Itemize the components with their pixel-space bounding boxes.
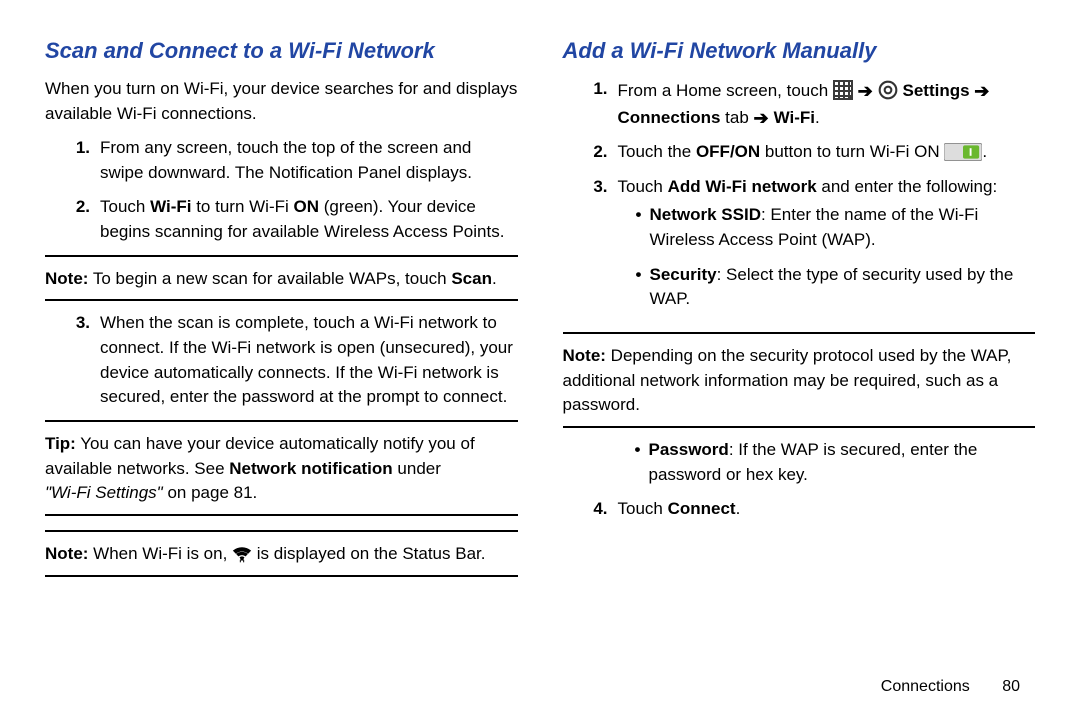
step-1-text: From any screen, touch the top of the sc…: [100, 136, 518, 185]
bullet-security: Security: Select the type of security us…: [636, 263, 1036, 312]
r-step-3-text: Touch Add Wi-Fi network and enter the fo…: [618, 175, 1036, 322]
steps-right: 1. From a Home screen, touch ➔: [563, 77, 1036, 322]
footer-page-number: 80: [1002, 678, 1020, 695]
r-step-1-text: From a Home screen, touch ➔: [618, 77, 1036, 130]
divider: [563, 332, 1036, 334]
r-step-1: 1. From a Home screen, touch ➔: [563, 77, 1036, 130]
bullet-list: Network SSID: Enter the name of the Wi-F…: [618, 203, 1036, 312]
left-column: Scan and Connect to a Wi-Fi Network When…: [45, 35, 518, 675]
r-step-4: 4. Touch Connect.: [563, 497, 1036, 522]
r-step-2-text: Touch the OFF/ON button to turn Wi-Fi ON…: [618, 140, 1036, 165]
r-step-3: 3. Touch Add Wi-Fi network and enter the…: [563, 175, 1036, 322]
wifi-icon: [232, 545, 252, 563]
note-scan: Note: To begin a new scan for available …: [45, 267, 518, 292]
divider: [563, 426, 1036, 428]
settings-gear-icon: [878, 80, 898, 100]
page-footer: Connections 80: [881, 678, 1020, 696]
step-2-text: Touch Wi-Fi to turn Wi-Fi ON (green). Yo…: [100, 195, 518, 244]
right-column: Add a Wi-Fi Network Manually 1. From a H…: [563, 35, 1036, 675]
steps-right-cont: 4. Touch Connect.: [563, 497, 1036, 522]
step-1: 1. From any screen, touch the top of the…: [45, 136, 518, 185]
divider: [45, 299, 518, 301]
arrow-icon: ➔: [974, 81, 989, 101]
heading-add-manually: Add a Wi-Fi Network Manually: [563, 35, 1036, 67]
heading-scan-connect: Scan and Connect to a Wi-Fi Network: [45, 35, 518, 67]
r-step-4-text: Touch Connect.: [618, 497, 1036, 522]
bullet-list-2: Password: If the WAP is secured, enter t…: [563, 438, 1036, 487]
tip-text: Tip: You can have your device automatica…: [45, 432, 518, 506]
arrow-icon: ➔: [858, 81, 878, 101]
note-statusbar: Note: When Wi-Fi is on, is displayed on …: [45, 542, 518, 567]
divider: [45, 575, 518, 577]
footer-section: Connections: [881, 678, 970, 695]
step-3: 3. When the scan is complete, touch a Wi…: [45, 311, 518, 410]
arrow-icon: ➔: [754, 108, 774, 128]
r-step-2: 2. Touch the OFF/ON button to turn Wi-Fi…: [563, 140, 1036, 165]
divider: [45, 420, 518, 422]
divider: [45, 255, 518, 257]
bullet-password: Password: If the WAP is secured, enter t…: [635, 438, 1036, 487]
toggle-on-icon: [944, 143, 982, 161]
apps-grid-icon: [833, 80, 853, 100]
divider: [45, 514, 518, 516]
note-security: Note: Depending on the security protocol…: [563, 344, 1036, 418]
bullet-ssid: Network SSID: Enter the name of the Wi-F…: [636, 203, 1036, 252]
divider: [45, 530, 518, 532]
step-2: 2. Touch Wi-Fi to turn Wi-Fi ON (green).…: [45, 195, 518, 244]
step-3-text: When the scan is complete, touch a Wi-Fi…: [100, 311, 518, 410]
steps-left-cont: 3. When the scan is complete, touch a Wi…: [45, 311, 518, 410]
steps-left: 1. From any screen, touch the top of the…: [45, 136, 518, 245]
intro-text: When you turn on Wi-Fi, your device sear…: [45, 77, 518, 126]
